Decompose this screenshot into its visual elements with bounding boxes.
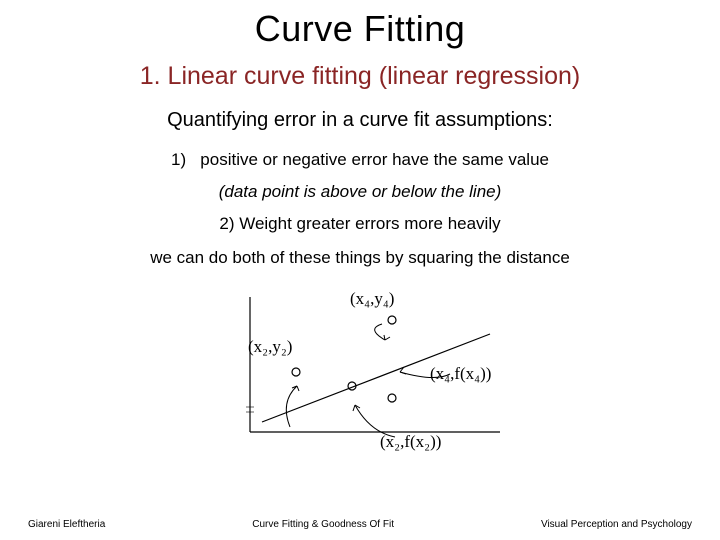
slide-title: Curve Fitting — [0, 0, 720, 50]
body-line-1: Quantifying error in a curve fit assumpt… — [0, 109, 720, 132]
diagram-label-x4f: (x₄,f(x₄)) — [430, 364, 491, 383]
regression-diagram: (x₄,y₄) (x₂,y₂) (x₄,f(x₄)) (x₂,f(x₂)) — [190, 282, 530, 452]
diagram-label-x2y2: (x₂,y₂) — [248, 337, 292, 356]
footer: Giareni Eleftheria Curve Fitting & Goodn… — [0, 519, 720, 530]
body-line-3: (data point is above or below the line) — [0, 182, 720, 202]
footer-left: Giareni Eleftheria — [28, 519, 105, 530]
body-line-4: 2) Weight greater errors more heavily — [0, 214, 720, 234]
diagram-label-x4y4: (x₄,y₄) — [350, 289, 394, 308]
footer-center: Curve Fitting & Goodness Of Fit — [252, 519, 394, 530]
footer-right: Visual Perception and Psychology — [541, 519, 692, 530]
diagram-label-x2f: (x₂,f(x₂)) — [380, 432, 441, 451]
body-line-5: we can do both of these things by squari… — [0, 248, 720, 268]
body-line-2: 1) positive or negative error have the s… — [0, 150, 720, 170]
section-heading: 1. Linear curve fitting (linear regressi… — [0, 62, 720, 91]
